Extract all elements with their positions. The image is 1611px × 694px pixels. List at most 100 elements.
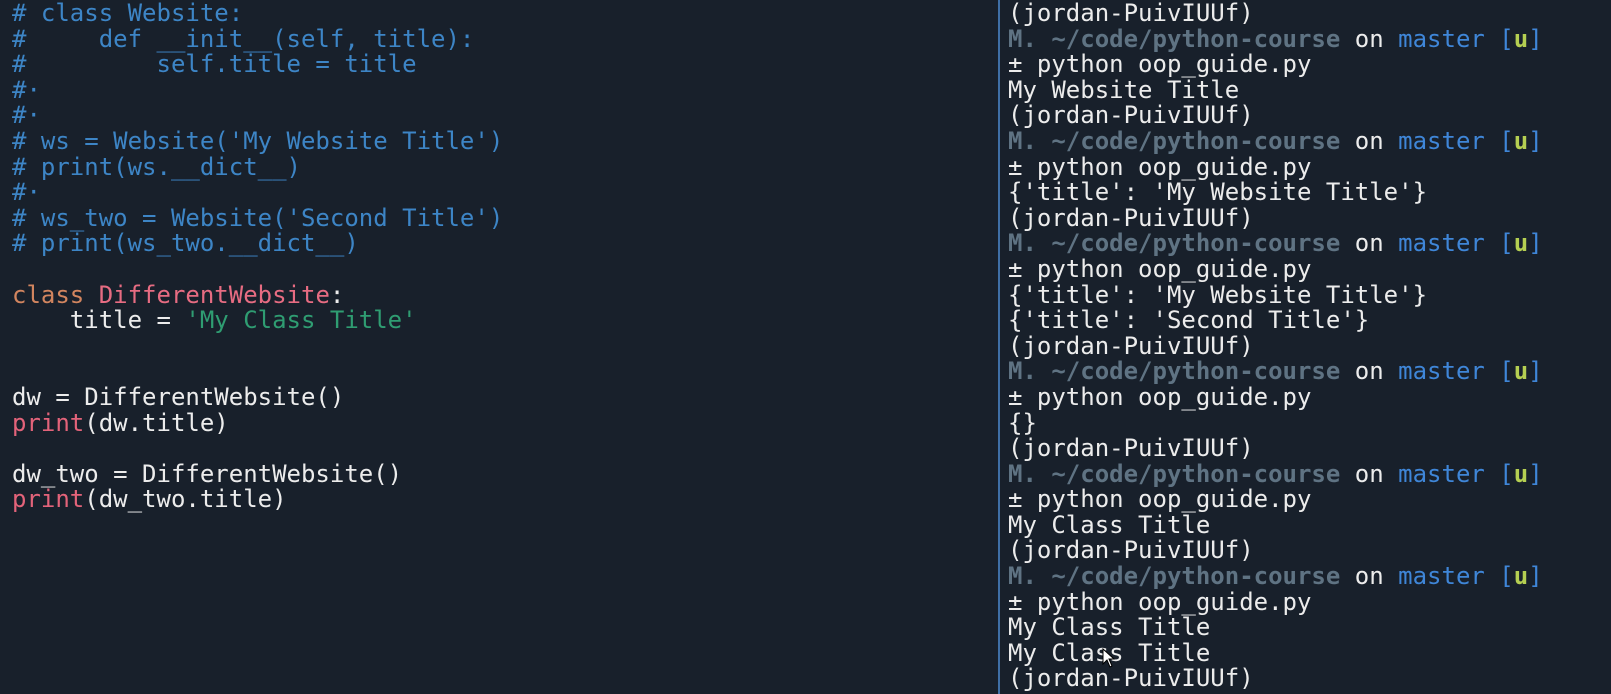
terminal-output-line: (jordan-PuivIUUf) <box>1008 666 1611 692</box>
prompt-on: on <box>1340 126 1399 155</box>
terminal-output-line: (jordan-PuivIUUf) <box>1008 331 1611 360</box>
code-line[interactable]: dw = DifferentWebsite() <box>12 382 995 411</box>
terminal-text: (jordan-PuivIUUf) <box>1008 434 1254 463</box>
code-line[interactable]: dw_two = DifferentWebsite() <box>12 459 995 488</box>
prompt-cwd: M. ~/code/python-course <box>1008 562 1341 591</box>
terminal-output-line: ± python oop_guide.py <box>1008 589 1611 616</box>
terminal-output-line: {'title': 'My Website Title'} <box>1008 280 1611 309</box>
terminal-text: (jordan-PuivIUUf) <box>1008 664 1254 693</box>
prompt-bracket: [ <box>1484 562 1514 591</box>
code-token: # print(ws_two.__dict__) <box>12 229 359 258</box>
prompt-on: on <box>1340 562 1399 591</box>
terminal-prompt: M. ~/code/python-course on master [u] <box>1008 562 1611 591</box>
code-line[interactable]: #· <box>12 179 995 206</box>
prompt-bracket: [ <box>1484 459 1514 488</box>
prompt-git-status: u <box>1513 562 1529 591</box>
terminal-output-line: (jordan-PuivIUUf) <box>1008 538 1611 564</box>
terminal-pane[interactable]: (jordan-PuivIUUf) M. ~/code/python-course… <box>1001 0 1611 694</box>
code-line[interactable] <box>12 436 995 462</box>
code-token: print <box>12 408 85 437</box>
code-line[interactable]: # ws = Website('My Website Title') <box>12 126 995 155</box>
prompt-bracket: [ <box>1484 357 1514 386</box>
prompt-branch: master <box>1398 229 1485 258</box>
terminal-text: My Website Title <box>1008 75 1240 104</box>
terminal-output-line: {} <box>1008 408 1611 437</box>
prompt-on: on <box>1340 357 1399 386</box>
prompt-bracket: ] <box>1528 562 1543 591</box>
code-line[interactable]: #· <box>12 103 995 129</box>
terminal-prompt: M. ~/code/python-course on master [u] <box>1008 359 1611 385</box>
prompt-bracket: ] <box>1528 357 1543 386</box>
prompt-branch: master <box>1398 562 1485 591</box>
prompt-bracket: [ <box>1484 24 1514 53</box>
code-line[interactable]: class DifferentWebsite: <box>12 280 995 309</box>
code-token: # ws_two = Website('Second Title') <box>12 203 504 232</box>
code-line[interactable]: # ws_two = Website('Second Title') <box>12 203 995 232</box>
code-token: #· <box>12 101 41 130</box>
terminal-text: {} <box>1008 408 1037 437</box>
terminal-text: ± python oop_guide.py <box>1008 50 1312 79</box>
code-token: 'My Class Title' <box>185 306 417 335</box>
code-token: #· <box>12 75 41 104</box>
code-editor-pane[interactable]: # class Website: # def __init__(self, tit… <box>0 0 995 694</box>
code-line[interactable] <box>12 359 995 385</box>
prompt-git-status: u <box>1513 24 1529 53</box>
terminal-output-line: ± python oop_guide.py <box>1008 152 1611 181</box>
terminal-output-line: My Class Title <box>1008 614 1611 641</box>
prompt-cwd: M. ~/code/python-course <box>1008 126 1341 155</box>
code-line[interactable] <box>12 334 995 360</box>
code-token: dw = DifferentWebsite() <box>12 382 345 411</box>
terminal-output-line: My Website Title <box>1008 75 1611 104</box>
terminal-prompt: M. ~/code/python-course on master [u] <box>1008 126 1611 155</box>
code-line[interactable]: title = 'My Class Title' <box>12 306 995 335</box>
terminal-text: {'title': 'My Website Title'} <box>1008 280 1428 309</box>
terminal-output-line: (jordan-PuivIUUf) <box>1008 434 1611 463</box>
code-token: DifferentWebsite <box>98 280 330 309</box>
code-line[interactable]: # print(ws.__dict__) <box>12 154 995 181</box>
prompt-branch: master <box>1398 459 1485 488</box>
code-line[interactable]: # class Website: <box>12 0 995 27</box>
code-token: dw_two = DifferentWebsite() <box>12 459 403 488</box>
terminal-text: (jordan-PuivIUUf) <box>1008 331 1254 360</box>
terminal-text: (jordan-PuivIUUf) <box>1008 203 1254 232</box>
prompt-cwd: M. ~/code/python-course <box>1008 24 1341 53</box>
code-token: (dw.title) <box>84 408 229 437</box>
code-line[interactable]: print(dw.title) <box>12 408 995 437</box>
prompt-git-status: u <box>1513 459 1529 488</box>
prompt-on: on <box>1340 229 1399 258</box>
code-token: : <box>329 280 345 309</box>
terminal-output-line: {'title': 'My Website Title'} <box>1008 179 1611 206</box>
prompt-cwd: M. ~/code/python-course <box>1008 357 1341 386</box>
code-line[interactable]: #· <box>12 75 995 104</box>
terminal-output-line: ± python oop_guide.py <box>1008 50 1611 79</box>
prompt-cwd: M. ~/code/python-course <box>1008 229 1341 258</box>
code-token: class <box>12 280 99 309</box>
terminal-output-line: (jordan-PuivIUUf) <box>1008 103 1611 129</box>
code-token: (dw_two.title) <box>84 485 287 514</box>
terminal-text: My Class Title <box>1008 510 1211 539</box>
terminal-prompt: M. ~/code/python-course on master [u] <box>1008 231 1611 257</box>
code-line[interactable]: # self.title = title <box>12 50 995 79</box>
code-token: # def __init__(self, title): <box>12 24 475 53</box>
terminal-output-line: ± python oop_guide.py <box>1008 256 1611 283</box>
terminal-text: (jordan-PuivIUUf) <box>1008 0 1254 27</box>
prompt-branch: master <box>1398 357 1485 386</box>
code-token: print <box>12 485 85 514</box>
mouse-cursor-icon <box>1102 648 1116 668</box>
code-token: # ws = Website('My Website Title') <box>12 126 504 155</box>
prompt-cwd: M. ~/code/python-course <box>1008 459 1341 488</box>
terminal-output-line: My Class Title <box>1008 640 1611 667</box>
code-line[interactable]: print(dw_two.title) <box>12 485 995 514</box>
terminal-output-line: (jordan-PuivIUUf) <box>1008 203 1611 232</box>
prompt-git-status: u <box>1513 126 1529 155</box>
code-line[interactable]: # def __init__(self, title): <box>12 24 995 53</box>
code-line[interactable] <box>12 257 995 283</box>
terminal-text: ± python oop_guide.py <box>1008 485 1312 514</box>
terminal-prompt: M. ~/code/python-course on master [u] <box>1008 459 1611 488</box>
terminal-output-line: My Class Title <box>1008 510 1611 539</box>
prompt-bracket: [ <box>1484 126 1514 155</box>
code-line[interactable]: # print(ws_two.__dict__) <box>12 231 995 257</box>
code-token: # self.title = title <box>12 50 417 79</box>
pane-divider[interactable] <box>998 0 1000 694</box>
terminal-text: ± python oop_guide.py <box>1008 152 1312 181</box>
